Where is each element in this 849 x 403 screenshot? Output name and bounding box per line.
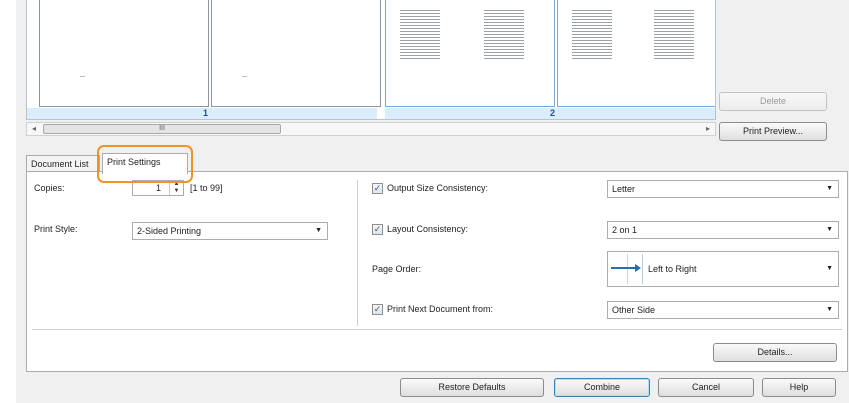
- spin-down-icon[interactable]: ▼: [170, 188, 183, 195]
- page-text-block: [400, 10, 440, 60]
- page-order-value: Left to Right: [648, 264, 697, 274]
- layout-consistency-value: 2 on 1: [612, 225, 638, 235]
- print-style-value: 2-Sided Printing: [137, 226, 202, 236]
- page-preview-area[interactable]: 1 2: [26, 0, 716, 120]
- spin-up-icon[interactable]: ▲: [170, 181, 183, 188]
- chevron-down-icon: ▼: [826, 265, 833, 272]
- output-size-checkbox[interactable]: ✓: [372, 183, 383, 194]
- page-mark: [80, 76, 85, 77]
- details-button[interactable]: Details...: [713, 343, 837, 362]
- chevron-down-icon: ▼: [826, 306, 833, 313]
- page-text-block: [484, 10, 524, 60]
- scroll-thumb[interactable]: III: [43, 124, 281, 134]
- cancel-button[interactable]: Cancel: [658, 378, 754, 397]
- spin-arrows-icon[interactable]: ▲ ▼: [169, 181, 183, 195]
- column-divider: [357, 180, 358, 326]
- next-document-checkbox[interactable]: ✓: [372, 304, 383, 315]
- scroll-left-icon[interactable]: ◂: [27, 123, 41, 135]
- chevron-down-icon: ▼: [826, 185, 833, 192]
- panel-divider: [32, 329, 842, 330]
- print-settings-panel: Copies: 1 ▲ ▼ [1 to 99] Print Style: 2-S…: [26, 171, 848, 372]
- copies-value[interactable]: 1: [156, 183, 161, 193]
- copies-spinner[interactable]: 1 ▲ ▼: [132, 180, 184, 196]
- group-number-2: 2: [550, 108, 556, 118]
- output-size-label: Output Size Consistency:: [387, 183, 489, 193]
- output-size-value: Letter: [612, 184, 636, 194]
- preview-horizontal-scrollbar[interactable]: ◂ III ▸: [26, 122, 716, 136]
- delete-button[interactable]: Delete: [719, 92, 827, 111]
- output-size-select[interactable]: Letter ▼: [607, 180, 839, 198]
- next-document-value: Other Side: [612, 305, 656, 315]
- page-mark: [242, 76, 247, 77]
- chevron-down-icon: ▼: [826, 226, 833, 233]
- copies-label: Copies:: [34, 183, 65, 193]
- left-to-right-arrow-icon: [611, 254, 643, 284]
- tab-print-settings[interactable]: Print Settings: [102, 153, 188, 174]
- page-order-label: Page Order:: [372, 264, 422, 274]
- next-document-select[interactable]: Other Side ▼: [607, 301, 839, 319]
- combine-button[interactable]: Combine: [554, 378, 650, 397]
- scroll-right-icon[interactable]: ▸: [701, 123, 715, 135]
- help-button[interactable]: Help: [762, 378, 836, 397]
- preview-page-2[interactable]: [211, 0, 381, 107]
- restore-defaults-button[interactable]: Restore Defaults: [400, 378, 544, 397]
- preview-page-4[interactable]: [557, 0, 715, 107]
- combine-dialog: 1 2 ◂ III ▸ Delete Print Preview... Docu…: [16, 0, 849, 403]
- layout-consistency-select[interactable]: 2 on 1 ▼: [607, 221, 839, 239]
- preview-page-1[interactable]: [39, 0, 209, 107]
- next-document-label: Print Next Document from:: [387, 304, 494, 314]
- chevron-down-icon: ▼: [315, 227, 322, 234]
- print-style-label: Print Style:: [34, 224, 78, 234]
- page-text-block: [572, 10, 612, 60]
- page-text-block: [654, 10, 694, 60]
- copies-range-label: [1 to 99]: [190, 183, 223, 193]
- preview-page-3[interactable]: [385, 0, 555, 107]
- layout-consistency-label: Layout Consistency:: [387, 224, 469, 234]
- print-preview-button[interactable]: Print Preview...: [719, 122, 827, 141]
- print-style-select[interactable]: 2-Sided Printing ▼: [132, 222, 328, 240]
- layout-consistency-checkbox[interactable]: ✓: [372, 224, 383, 235]
- group-band-1: [27, 108, 377, 119]
- page-order-select[interactable]: Left to Right ▼: [607, 251, 839, 287]
- group-number-1: 1: [203, 108, 209, 118]
